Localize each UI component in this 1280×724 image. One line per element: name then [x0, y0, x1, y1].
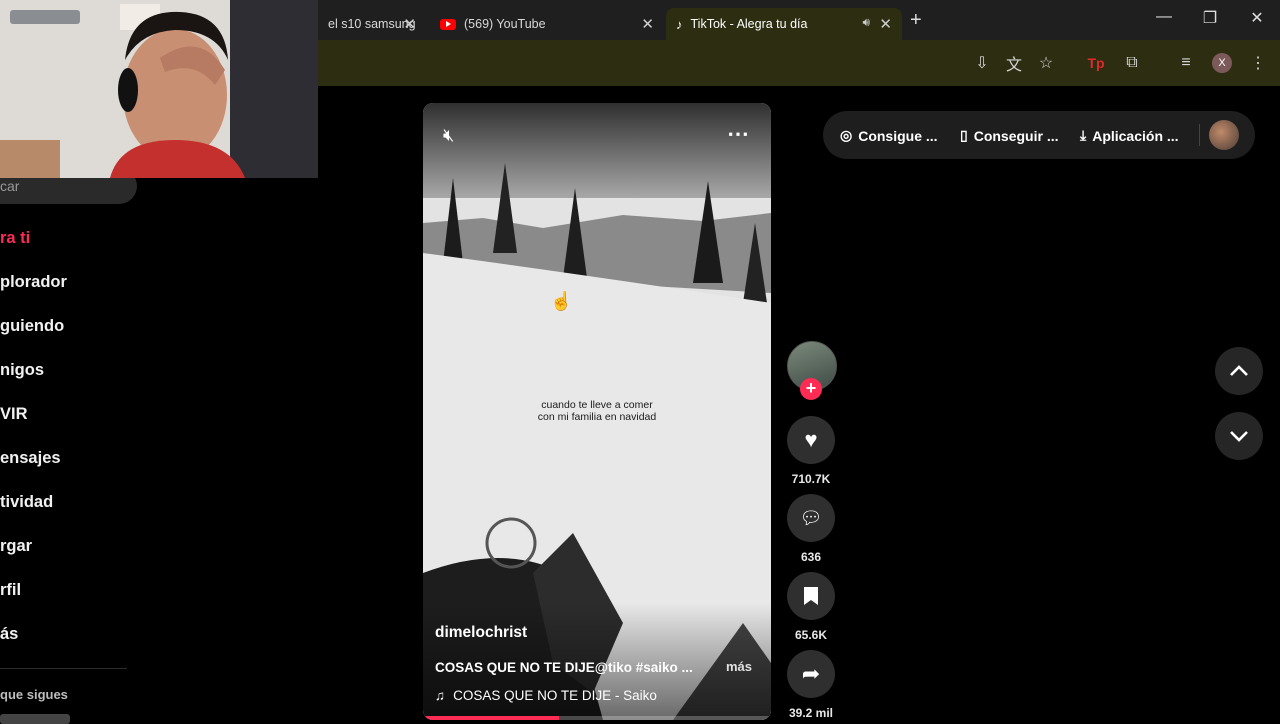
- like-button[interactable]: ♥: [787, 416, 835, 464]
- tab-title: TikTok - Alegra tu día: [690, 17, 808, 31]
- webcam-overlay: [0, 0, 318, 178]
- nav-messages[interactable]: ensajes: [0, 449, 61, 468]
- tab-title: el s10 samsung: [328, 17, 416, 31]
- caption-line-2: con mi familia en navidad: [537, 411, 657, 423]
- extensions-puzzle-icon[interactable]: ⧉: [1121, 52, 1143, 74]
- hand-cursor-icon: ☝: [550, 291, 573, 311]
- maximize-button[interactable]: ❐: [1190, 8, 1230, 28]
- app-download-label: Aplicación ...: [1092, 127, 1179, 144]
- pill-divider: [1199, 124, 1200, 146]
- follow-plus-icon[interactable]: +: [800, 378, 822, 400]
- get-app-label: Conseguir ...: [973, 127, 1059, 144]
- nav-profile[interactable]: rfil: [0, 581, 21, 600]
- tiktok-icon: ♪: [676, 16, 683, 32]
- bookmark-icon: [804, 587, 818, 605]
- tab-youtube[interactable]: (569) YouTube ✕: [430, 8, 664, 40]
- get-app-button[interactable]: ▯ Conseguir ...: [960, 127, 1059, 144]
- nav-for-you[interactable]: ra ti: [0, 229, 30, 248]
- more-options-icon[interactable]: ⋯: [727, 121, 750, 147]
- nav-upload[interactable]: rgar: [0, 537, 32, 556]
- download-icon: ⤓: [1080, 127, 1087, 143]
- speaker-icon[interactable]: 🔊︎: [862, 15, 870, 30]
- close-tab-icon[interactable]: ✕: [403, 15, 416, 33]
- minimize-button[interactable]: —: [1144, 8, 1184, 26]
- comment-button[interactable]: 💬︎: [787, 494, 835, 542]
- youtube-icon: [440, 18, 456, 30]
- search-placeholder: car: [0, 178, 20, 194]
- previous-video-button[interactable]: [1215, 347, 1263, 395]
- caption-line-1: cuando te lleve a comer: [541, 399, 653, 411]
- more-link[interactable]: más: [726, 659, 752, 674]
- tab-tiktok[interactable]: ♪ TikTok - Alegra tu día 🔊︎ ✕: [666, 8, 902, 40]
- install-app-icon[interactable]: ⇩: [971, 52, 993, 74]
- nav-more[interactable]: ás: [0, 625, 18, 644]
- new-tab-button[interactable]: +: [910, 9, 922, 32]
- get-coins-button[interactable]: ◎ Consigue ...: [840, 127, 938, 144]
- music-line[interactable]: ♫ COSAS QUE NO TE DIJE - Saiko: [435, 688, 657, 703]
- nav-activity[interactable]: tividad: [0, 493, 53, 512]
- sidebar-divider: [0, 668, 127, 669]
- video-username[interactable]: dimelochrist: [435, 624, 527, 642]
- tab-samsung[interactable]: el s10 samsung ✕: [318, 8, 426, 40]
- nav-following[interactable]: guiendo: [0, 317, 64, 336]
- bookmark-star-icon[interactable]: ☆: [1035, 52, 1057, 74]
- comment-icon: 💬︎: [799, 507, 823, 528]
- following-heading: que sigues: [0, 687, 68, 702]
- close-window-button[interactable]: ✕: [1237, 8, 1277, 28]
- video-description: COSAS QUE NO TE DIJE@tiko #saiko ...: [435, 660, 693, 675]
- nav-live[interactable]: VIR: [0, 405, 28, 424]
- nav-friends[interactable]: nigos: [0, 361, 44, 380]
- app-download-button[interactable]: ⤓ Aplicación ...: [1080, 127, 1179, 144]
- share-count: 39.2 mil: [788, 706, 834, 720]
- phone-icon: ▯: [960, 127, 968, 143]
- video-caption: cuando te lleve a comer con mi familia e…: [423, 399, 771, 423]
- close-tab-icon[interactable]: ✕: [879, 15, 892, 33]
- heart-icon: ♥: [804, 427, 818, 452]
- next-video-button[interactable]: [1215, 412, 1263, 460]
- save-button[interactable]: [787, 572, 835, 620]
- chevron-up-icon: [1230, 365, 1248, 376]
- extension-tp-icon[interactable]: Tp: [1085, 52, 1107, 74]
- share-arrow-icon: ➦: [801, 661, 821, 686]
- user-avatar[interactable]: [1209, 120, 1239, 150]
- webcam-person-image: [0, 0, 318, 178]
- translate-icon[interactable]: 文: [1003, 52, 1025, 74]
- coin-icon: ◎: [840, 127, 853, 143]
- nav-explore[interactable]: plorador: [0, 273, 67, 292]
- share-button[interactable]: ➦: [787, 650, 835, 698]
- close-tab-icon[interactable]: ✕: [641, 15, 654, 33]
- music-title: COSAS QUE NO TE DIJE - Saiko: [453, 688, 657, 703]
- save-count: 65.6K: [794, 628, 828, 642]
- chevron-down-icon: [1230, 431, 1248, 442]
- profile-avatar[interactable]: X: [1212, 53, 1232, 73]
- mute-icon[interactable]: 🔇︎: [443, 125, 454, 146]
- video-player[interactable]: 🔇︎ ⋯ cuando te lleve a comer con mi fami…: [423, 103, 771, 720]
- get-coins-label: Consigue ...: [858, 127, 938, 144]
- like-count: 710.7K: [791, 472, 831, 486]
- tab-title: (569) YouTube: [464, 17, 546, 31]
- menu-kebab-icon[interactable]: ⋮: [1247, 52, 1269, 74]
- video-progress-track[interactable]: [423, 716, 771, 720]
- media-controls-icon[interactable]: ≡: [1175, 52, 1197, 74]
- video-progress-fill: [423, 716, 559, 720]
- music-note-icon: ♫: [435, 688, 446, 703]
- followed-account-stub[interactable]: [0, 714, 70, 724]
- comment-count: 636: [800, 550, 822, 564]
